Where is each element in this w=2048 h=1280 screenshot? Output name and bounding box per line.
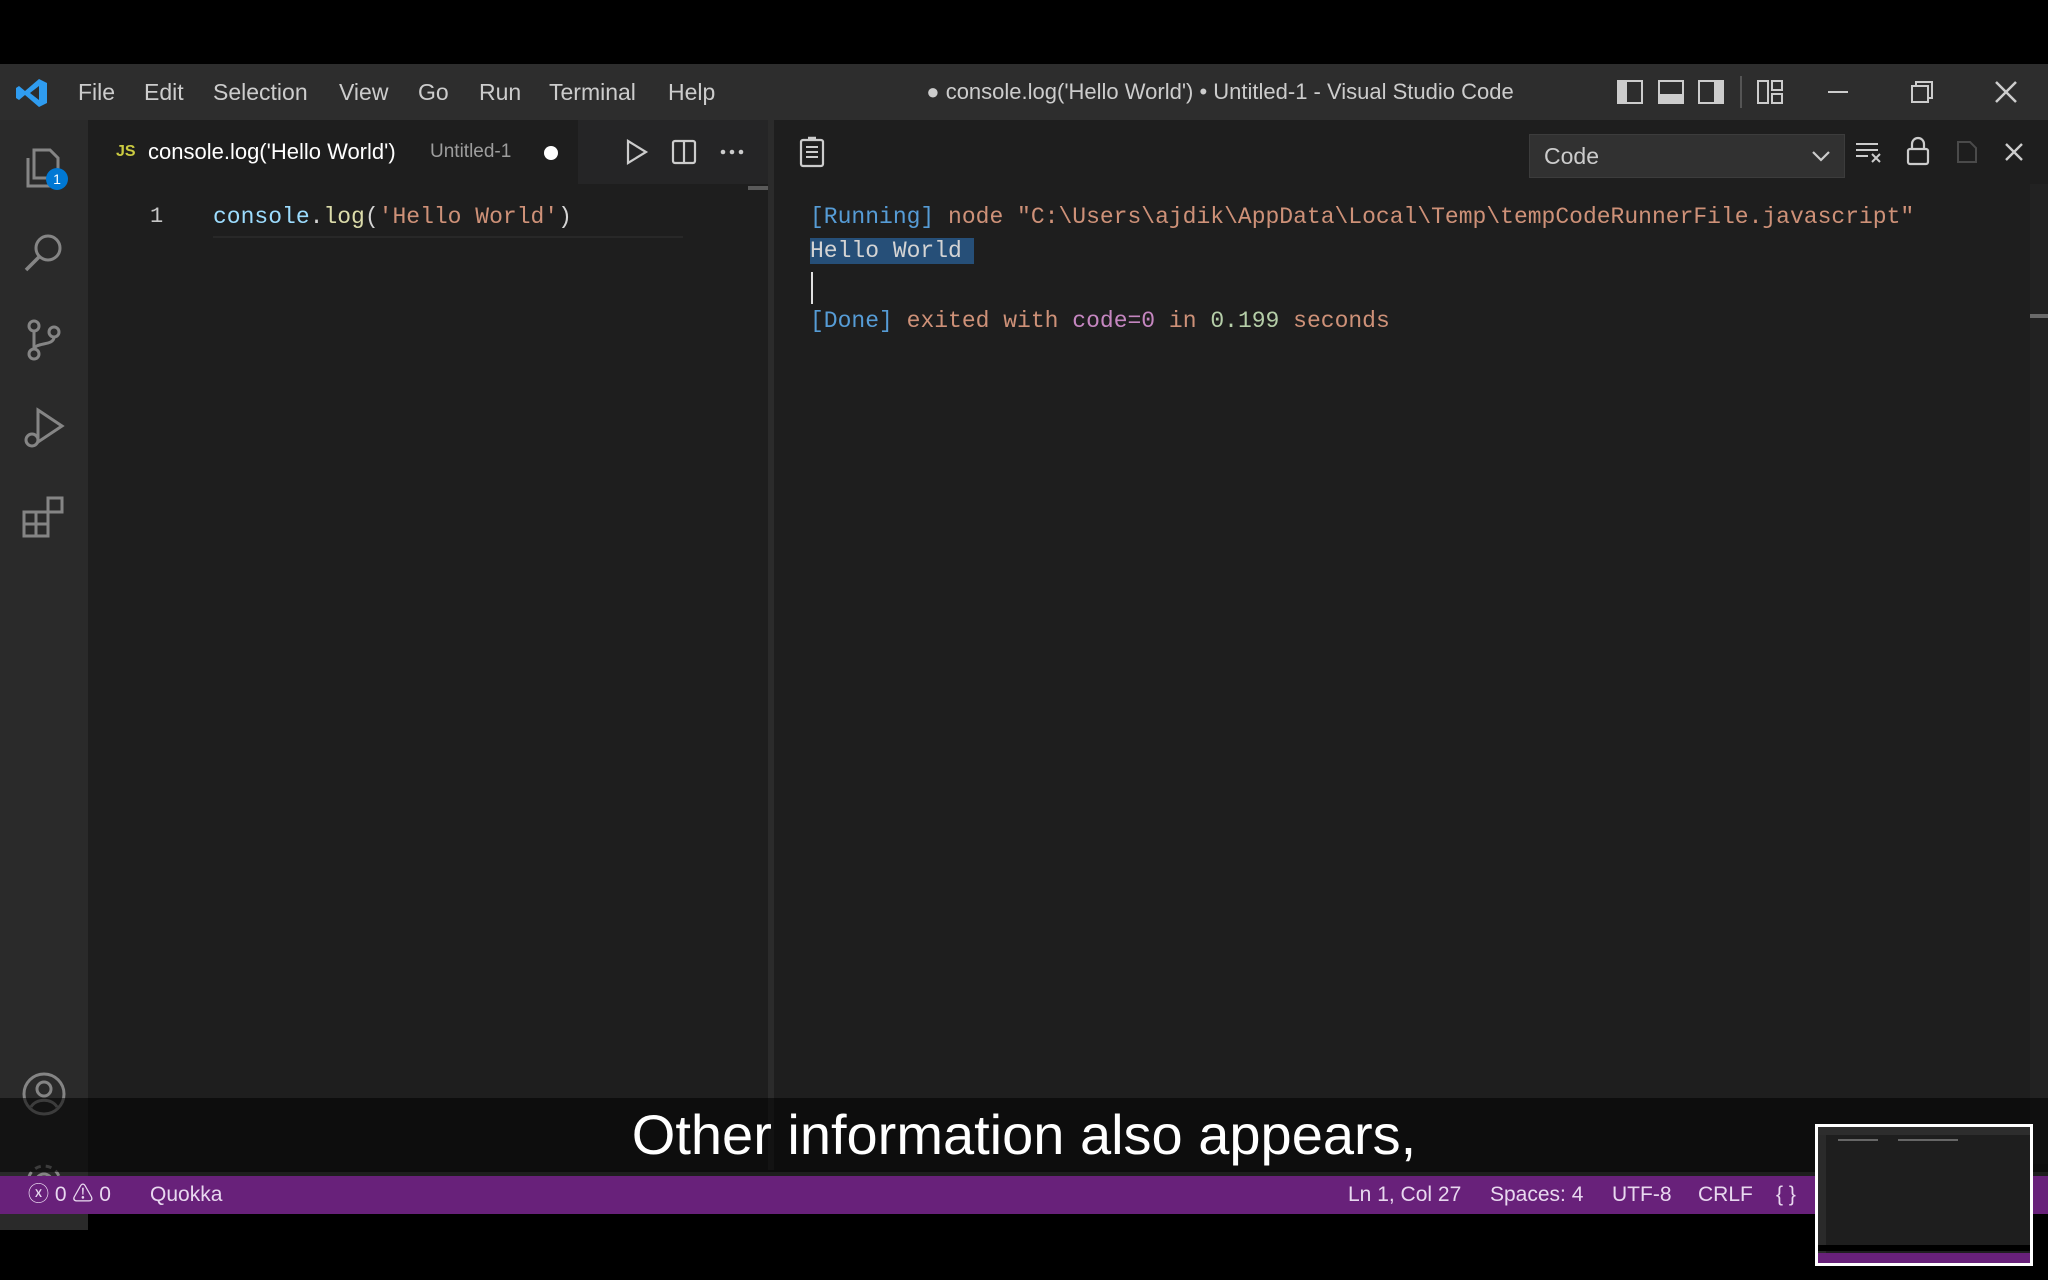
code-console: console <box>213 204 310 230</box>
line-number: 1 <box>150 204 164 229</box>
toggle-secondary-sidebar-icon[interactable] <box>1697 78 1725 106</box>
output-line-done: [Done] exited with code=0 in 0.199 secon… <box>810 308 1390 334</box>
js-file-icon: JS <box>116 143 136 160</box>
clear-output-icon[interactable] <box>1854 138 1882 166</box>
run-debug-icon[interactable] <box>20 404 68 452</box>
menu-go[interactable]: Go <box>418 64 449 120</box>
editor-tab[interactable]: JS console.log('Hello World') Untitled-1 <box>88 120 578 184</box>
code-line: console.log('Hello World') <box>213 204 572 230</box>
close-panel-icon[interactable] <box>2000 138 2028 166</box>
code-log: log <box>323 204 365 230</box>
text-cursor <box>811 272 813 304</box>
running-command: node "C:\Users\ajdik\AppData\Local\Temp\… <box>948 204 1915 230</box>
code-paren-close: ) <box>558 204 572 230</box>
more-actions-icon[interactable] <box>718 138 746 166</box>
done-seconds: seconds <box>1293 308 1390 334</box>
search-icon[interactable] <box>20 230 68 278</box>
lock-scroll-icon[interactable] <box>1904 136 1932 166</box>
vscode-logo-icon <box>16 78 48 108</box>
menu-terminal[interactable]: Terminal <box>549 64 636 120</box>
indentation-status[interactable]: Spaces: 4 <box>1490 1176 1583 1214</box>
current-line-highlight <box>213 236 683 238</box>
problems-status[interactable]: ⓧ 0 ⚠ 0 <box>28 1176 111 1214</box>
done-code: code=0 <box>1072 308 1156 334</box>
status-bar: ⓧ 0 ⚠ 0 Quokka Ln 1, Col 27 Spaces: 4 UT… <box>0 1176 2048 1214</box>
caption-text: Other information also appears, <box>631 1103 1417 1166</box>
warning-icon: ⚠ <box>72 1183 94 1206</box>
run-code-icon[interactable] <box>622 138 650 166</box>
video-thumbnail <box>1815 1124 2033 1266</box>
eol-status[interactable]: CRLF <box>1698 1176 1753 1214</box>
warning-count: 0 <box>99 1183 111 1206</box>
restore-icon[interactable] <box>1908 78 1936 106</box>
quokka-status[interactable]: Quokka <box>150 1176 222 1214</box>
output-icon <box>796 136 828 168</box>
hello-world-output: Hello World <box>810 238 974 264</box>
explorer-badge: 1 <box>46 168 68 190</box>
code-paren-open: ( <box>364 204 379 230</box>
output-channel-value: Code <box>1544 143 1599 169</box>
minimize-icon[interactable] <box>1824 78 1852 106</box>
split-editor-icon[interactable] <box>670 138 698 166</box>
menu-run[interactable]: Run <box>479 64 521 120</box>
unsaved-dot-icon[interactable] <box>544 146 558 160</box>
tab-title: console.log('Hello World') <box>148 139 396 164</box>
done-tag: [Done] <box>810 308 893 334</box>
code-editor[interactable]: 1 console.log('Hello World') <box>88 184 768 1164</box>
running-tag: [Running] <box>810 204 935 230</box>
language-mode-icon[interactable]: { } <box>1776 1176 1796 1214</box>
scrollbar-thumb[interactable] <box>2030 314 2048 318</box>
menu-view[interactable]: View <box>339 64 388 120</box>
editor-tab-bar: JS console.log('Hello World') Untitled-1 <box>88 120 768 184</box>
extensions-icon[interactable] <box>20 492 68 540</box>
cursor-position[interactable]: Ln 1, Col 27 <box>1348 1176 1461 1214</box>
menu-selection[interactable]: Selection <box>213 64 308 120</box>
source-control-icon[interactable] <box>20 316 68 364</box>
output-scrollbar[interactable] <box>2030 184 2048 1164</box>
title-bar: File Edit Selection View Go Run Terminal… <box>0 64 2048 120</box>
toggle-panel-icon[interactable] <box>1657 78 1685 106</box>
window-title: ● console.log('Hello World') • Untitled-… <box>926 79 1514 104</box>
toggle-primary-sidebar-icon[interactable] <box>1616 78 1644 106</box>
customize-layout-icon[interactable] <box>1756 78 1784 106</box>
activity-bar: 1 <box>0 120 88 1230</box>
done-time: 0.199 <box>1210 308 1280 334</box>
menu-file[interactable]: File <box>78 64 115 120</box>
output-header: Code <box>774 120 2048 184</box>
close-window-icon[interactable] <box>1992 78 2020 106</box>
done-in: in <box>1168 308 1197 334</box>
code-string: 'Hello World' <box>378 204 559 230</box>
output-line-hello: Hello World <box>810 238 974 264</box>
done-text: exited with <box>906 308 1059 334</box>
menu-edit[interactable]: Edit <box>144 64 184 120</box>
error-count: 0 <box>54 1183 67 1206</box>
editor-overview-ruler <box>748 186 768 190</box>
open-log-icon[interactable] <box>1952 138 1980 166</box>
output-line-running: [Running] node "C:\Users\ajdik\AppData\L… <box>810 204 1914 230</box>
output-channel-select[interactable]: Code <box>1529 134 1845 178</box>
explorer-icon[interactable]: 1 <box>20 144 68 192</box>
code-dot: . <box>309 204 324 230</box>
titlebar-separator <box>1740 76 1742 108</box>
chevron-down-icon <box>1810 145 1832 167</box>
vscode-window: File Edit Selection View Go Run Terminal… <box>0 64 2048 1230</box>
output-content[interactable]: [Running] node "C:\Users\ajdik\AppData\L… <box>774 184 2028 1164</box>
error-icon: ⓧ <box>28 1183 49 1206</box>
menu-help[interactable]: Help <box>668 64 715 120</box>
encoding-status[interactable]: UTF-8 <box>1612 1176 1672 1214</box>
tab-description: Untitled-1 <box>430 141 512 162</box>
